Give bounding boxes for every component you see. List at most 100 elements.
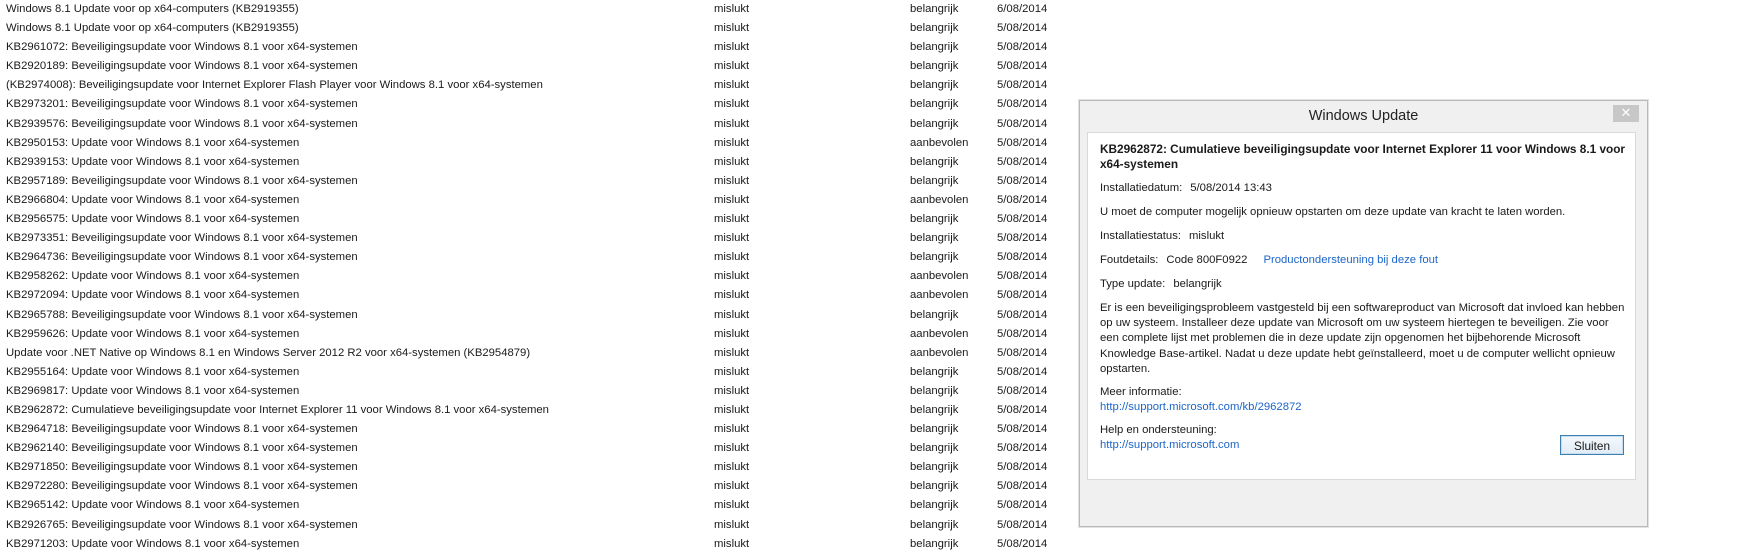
dialog-title: Windows Update (1308, 108, 1419, 124)
update-row[interactable]: KB2926765: Beveiligingsupdate voor Windo… (0, 516, 1070, 535)
update-row[interactable]: KB2964736: Beveiligingsupdate voor Windo… (0, 248, 1070, 267)
more-info-link[interactable]: http://support.microsoft.com/kb/2962872 (1100, 401, 1302, 413)
update-name: KB2939576: Beveiligingsupdate voor Windo… (6, 117, 358, 130)
install-date-row: Installatiedatum: 5/08/2014 13:43 (1100, 181, 1625, 196)
update-row[interactable]: KB2971850: Beveiligingsupdate voor Windo… (0, 458, 1070, 477)
update-importance: belangrijk (910, 518, 959, 531)
update-status: mislukt (714, 22, 750, 35)
update-row[interactable]: KB2950153: Update voor Windows 8.1 voor … (0, 134, 1070, 153)
close-button[interactable]: Sluiten (1560, 435, 1624, 455)
close-icon[interactable]: ✕ (1613, 105, 1639, 122)
update-row[interactable]: KB2965788: Beveiligingsupdate voor Windo… (0, 306, 1070, 325)
error-details-label: Foutdetails: (1100, 254, 1159, 266)
update-rows: Windows 8.1 Update voor op x64-computers… (0, 0, 1070, 554)
update-importance: aanbevolen (910, 327, 969, 340)
update-status: mislukt (714, 232, 750, 245)
update-row[interactable]: KB2959626: Update voor Windows 8.1 voor … (0, 325, 1070, 344)
error-details-value: Code 800F0922 (1166, 254, 1248, 266)
update-status: mislukt (714, 136, 750, 149)
update-row[interactable]: KB2961072: Beveiligingsupdate voor Windo… (0, 38, 1070, 57)
update-name: KB2959626: Update voor Windows 8.1 voor … (6, 327, 300, 340)
update-row[interactable]: KB2962872: Cumulatieve beveiligingsupdat… (0, 401, 1070, 420)
update-importance: belangrijk (910, 155, 959, 168)
more-info-label: Meer informatie: (1100, 386, 1182, 399)
update-name: Update voor .NET Native op Windows 8.1 e… (6, 346, 531, 359)
update-row[interactable]: KB2969817: Update voor Windows 8.1 voor … (0, 382, 1070, 401)
update-row[interactable]: Windows 8.1 Update voor op x64-computers… (0, 0, 1070, 19)
update-importance: belangrijk (910, 22, 959, 35)
update-row[interactable]: KB2973201: Beveiligingsupdate voor Windo… (0, 95, 1070, 114)
update-type-row: Type update: belangrijk (1100, 277, 1625, 292)
update-status: mislukt (714, 518, 750, 531)
update-importance: belangrijk (910, 423, 959, 436)
update-date: 5/08/2014 (997, 213, 1048, 226)
update-importance: belangrijk (910, 384, 959, 397)
update-date: 5/08/2014 (997, 289, 1048, 302)
restart-note: U moet de computer mogelijk opnieuw opst… (1100, 206, 1566, 218)
install-status-value: mislukt (1189, 230, 1225, 242)
update-status: mislukt (714, 346, 750, 359)
update-row[interactable]: KB2972280: Beveiligingsupdate voor Windo… (0, 477, 1070, 496)
update-status: mislukt (714, 3, 750, 15)
update-date: 5/08/2014 (997, 232, 1048, 245)
update-date: 5/08/2014 (997, 480, 1048, 493)
update-importance: belangrijk (910, 60, 959, 73)
update-importance: belangrijk (910, 461, 959, 474)
update-row[interactable]: KB2965142: Update voor Windows 8.1 voor … (0, 496, 1070, 515)
update-importance: aanbevolen (910, 270, 969, 283)
update-status: mislukt (714, 365, 750, 378)
update-row[interactable]: KB2972094: Update voor Windows 8.1 voor … (0, 286, 1070, 305)
update-date: 5/08/2014 (997, 327, 1048, 340)
update-row[interactable]: KB2939153: Update voor Windows 8.1 voor … (0, 153, 1070, 172)
update-date: 5/08/2014 (997, 499, 1048, 512)
update-name: KB2965142: Update voor Windows 8.1 voor … (6, 499, 300, 512)
update-importance: belangrijk (910, 174, 959, 187)
help-label: Help en ondersteuning: (1100, 424, 1217, 437)
update-status: mislukt (714, 213, 750, 226)
update-row[interactable]: KB2958262: Update voor Windows 8.1 voor … (0, 267, 1070, 286)
update-date: 5/08/2014 (997, 79, 1048, 92)
update-row[interactable]: (KB2974008): Beveiligingsupdate voor Int… (0, 76, 1070, 95)
help-link[interactable]: http://support.microsoft.com (1100, 439, 1239, 451)
update-row[interactable]: KB2964718: Beveiligingsupdate voor Windo… (0, 420, 1070, 439)
update-history-list: Windows 8.1 Update voor op x64-computers… (0, 0, 1070, 554)
update-importance: belangrijk (910, 41, 959, 54)
update-importance: belangrijk (910, 442, 959, 455)
update-importance: belangrijk (910, 308, 959, 321)
update-importance: belangrijk (910, 365, 959, 378)
update-name: KB2969817: Update voor Windows 8.1 voor … (6, 384, 300, 397)
update-row[interactable]: KB2955164: Update voor Windows 8.1 voor … (0, 363, 1070, 382)
update-status: mislukt (714, 499, 750, 512)
update-row[interactable]: KB2956575: Update voor Windows 8.1 voor … (0, 210, 1070, 229)
update-name: KB2971203: Update voor Windows 8.1 voor … (6, 537, 300, 550)
update-row[interactable]: KB2939576: Beveiligingsupdate voor Windo… (0, 115, 1070, 134)
update-row[interactable]: KB2957189: Beveiligingsupdate voor Windo… (0, 172, 1070, 191)
update-importance: belangrijk (910, 499, 959, 512)
update-importance: belangrijk (910, 213, 959, 226)
update-status: mislukt (714, 537, 750, 550)
update-date: 5/08/2014 (997, 155, 1048, 168)
error-support-link[interactable]: Productondersteuning bij deze fout (1263, 254, 1438, 266)
update-row[interactable]: KB2962140: Beveiligingsupdate voor Windo… (0, 439, 1070, 458)
update-status: mislukt (714, 193, 750, 206)
update-status: mislukt (714, 423, 750, 436)
update-date: 5/08/2014 (997, 308, 1048, 321)
update-importance: belangrijk (910, 537, 959, 550)
update-row[interactable]: KB2966804: Update voor Windows 8.1 voor … (0, 191, 1070, 210)
dialog-content-panel: KB2962872: Cumulatieve beveiligingsupdat… (1087, 132, 1636, 480)
update-date: 5/08/2014 (997, 174, 1048, 187)
update-details-dialog: Windows Update ✕ KB2962872: Cumulatieve … (1079, 100, 1648, 527)
update-date: 5/08/2014 (997, 518, 1048, 531)
update-date: 5/08/2014 (997, 537, 1048, 550)
install-status-row: Installatiestatus: mislukt (1100, 229, 1625, 244)
update-row[interactable]: KB2920189: Beveiligingsupdate voor Windo… (0, 57, 1070, 76)
update-date: 5/08/2014 (997, 365, 1048, 378)
update-row[interactable]: KB2971203: Update voor Windows 8.1 voor … (0, 535, 1070, 554)
update-name: KB2950153: Update voor Windows 8.1 voor … (6, 136, 300, 149)
update-importance: belangrijk (910, 403, 959, 416)
update-row[interactable]: Update voor .NET Native op Windows 8.1 e… (0, 344, 1070, 363)
update-name: KB2958262: Update voor Windows 8.1 voor … (6, 270, 300, 283)
update-date: 5/08/2014 (997, 403, 1048, 416)
update-row[interactable]: Windows 8.1 Update voor op x64-computers… (0, 19, 1070, 38)
update-row[interactable]: KB2973351: Beveiligingsupdate voor Windo… (0, 229, 1070, 248)
